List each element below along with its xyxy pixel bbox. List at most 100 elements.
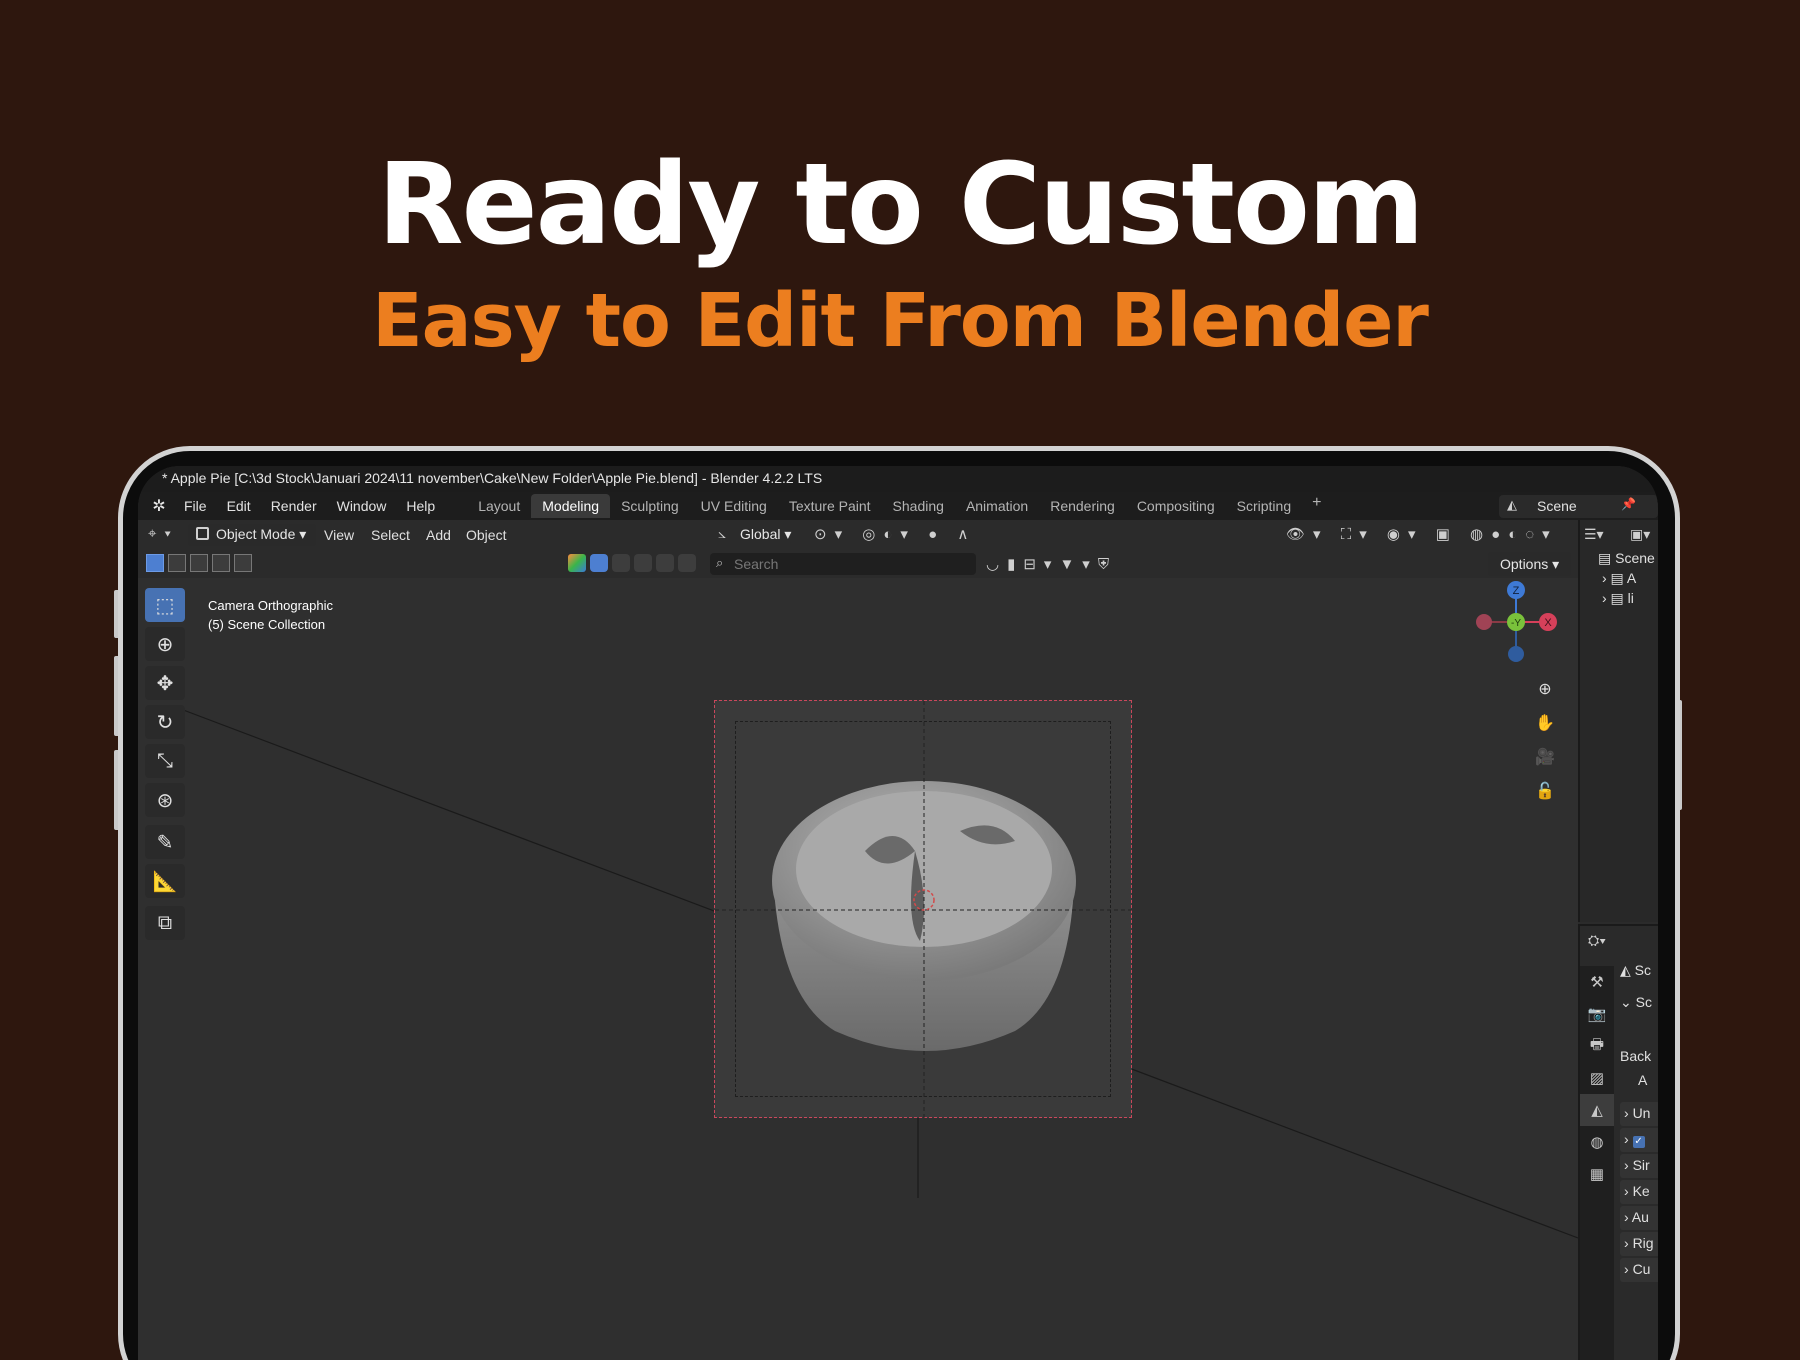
render-tab-icon[interactable]: 📷	[1580, 998, 1614, 1030]
filter-light-icon[interactable]	[634, 554, 652, 572]
gizmo-neg-z-axis[interactable]	[1508, 646, 1524, 662]
object-mode-label: Object Mode	[216, 526, 296, 542]
menu-help[interactable]: Help	[396, 498, 445, 514]
panel-simulation-label: Sir	[1632, 1157, 1650, 1173]
tab-rendering[interactable]: Rendering	[1039, 494, 1126, 518]
scene-selector[interactable]: ◭ Scene 📌	[1499, 495, 1658, 518]
select-invert-icon[interactable]	[212, 554, 230, 572]
measure-icon[interactable]: 📐	[145, 864, 185, 898]
editor-type-icon[interactable]: ⌖▾	[148, 525, 179, 542]
navigation-gizmo[interactable]: Z X -Y	[1466, 572, 1566, 672]
blender-logo-icon[interactable]: ✲	[144, 496, 174, 516]
filter-camera-icon[interactable]	[678, 554, 696, 572]
tool-tab-icon[interactable]: ⚒	[1580, 966, 1614, 998]
apple-pie-model[interactable]	[715, 701, 1133, 1119]
menu-view[interactable]: View	[324, 527, 354, 543]
tool-settings-bar: ⌕ Search ◡▮⊟▾▼▾⛨ Options ▾	[138, 550, 1578, 578]
menu-file[interactable]: File	[174, 498, 217, 514]
properties-panel: ⛭▾ ⚒ 📷 🖶 ▨ ◭ ◍ ▦ ◭ Sc ⌄ Sc Back A › Un ›…	[1578, 924, 1658, 1360]
panel-keying[interactable]: › Ke	[1620, 1180, 1658, 1204]
menu-object[interactable]: Object	[466, 527, 506, 543]
transform-orientation-dropdown[interactable]: ⦣ Global ▾	[714, 524, 801, 546]
tab-sculpting[interactable]: Sculpting	[610, 494, 690, 518]
tab-compositing[interactable]: Compositing	[1126, 494, 1226, 518]
zoom-icon[interactable]: ⊕	[1530, 674, 1560, 704]
filter-icons[interactable]: ◡▮⊟▾▼▾⛨	[986, 555, 1117, 573]
collection-name: (5) Scene Collection	[208, 617, 326, 632]
select-extend-icon[interactable]	[168, 554, 186, 572]
menu-render[interactable]: Render	[261, 498, 327, 514]
select-box-icon[interactable]: ⬚	[145, 588, 185, 622]
panel-rigid-body-label: Rig	[1632, 1235, 1654, 1251]
outliner-editor-icon[interactable]: ☰▾	[1584, 526, 1604, 543]
panel-simulation[interactable]: › Sir	[1620, 1154, 1658, 1178]
tab-scripting[interactable]: Scripting	[1226, 494, 1302, 518]
menu-window[interactable]: Window	[327, 498, 397, 514]
rotate-icon[interactable]: ↻	[145, 705, 185, 739]
hero-title: Ready to Custom	[377, 140, 1424, 270]
select-intersect-icon[interactable]	[234, 554, 252, 572]
filter-material-icon[interactable]	[612, 554, 630, 572]
object-mode-icon	[196, 527, 209, 540]
tab-shading[interactable]: Shading	[882, 494, 955, 518]
lock-icon[interactable]: 🔓	[1530, 776, 1560, 806]
overlay-icons[interactable]: 👁▾ ⛶▾ ◉▾ ▣ ◍●◐◌▾	[1286, 525, 1558, 543]
3d-viewport[interactable]: Camera Orthographic (5) Scene Collection…	[138, 578, 1578, 1360]
outliner-scene-row[interactable]: ▤ Scene	[1598, 550, 1655, 567]
output-tab-icon[interactable]: 🖶	[1580, 1030, 1614, 1062]
object-type-icon[interactable]	[568, 554, 586, 572]
scale-icon[interactable]: ⤡	[145, 744, 185, 778]
move-icon[interactable]: ✥	[145, 666, 185, 700]
checkbox-icon[interactable]: ✓	[1632, 1136, 1645, 1148]
menu-select[interactable]: Select	[371, 527, 410, 543]
tab-modeling[interactable]: Modeling	[531, 494, 611, 518]
view-layer-tab-icon[interactable]: ▨	[1580, 1062, 1614, 1094]
outliner-item-label: A	[1626, 570, 1637, 586]
camera-view-icon[interactable]: 🎥	[1530, 742, 1560, 772]
cursor-icon[interactable]: ⊕	[145, 627, 185, 661]
scene-icon: ◭	[1507, 497, 1517, 512]
panel-checkbox[interactable]: › ✓	[1620, 1128, 1658, 1152]
menu-add[interactable]: Add	[426, 527, 451, 543]
menu-edit[interactable]: Edit	[217, 498, 261, 514]
viewport-info: Camera Orthographic (5) Scene Collection	[208, 596, 333, 634]
select-subtract-icon[interactable]	[190, 554, 208, 572]
orientation-icon: ⦣	[718, 525, 727, 541]
properties-header-label: Sc	[1634, 962, 1651, 978]
gizmo-neg-x-axis[interactable]	[1476, 614, 1492, 630]
snapping-icons[interactable]: ⊙▾ ◎◐▾ ● ∧	[814, 525, 976, 543]
panel-custom-label: Cu	[1632, 1261, 1651, 1277]
outliner-item[interactable]: › ▤ li	[1602, 590, 1634, 607]
panel-audio[interactable]: › Au	[1620, 1206, 1658, 1230]
scene-tab-icon[interactable]: ◭	[1580, 1094, 1614, 1126]
outliner-item[interactable]: › ▤ A	[1602, 570, 1636, 587]
hero-subtitle: Easy to Edit From Blender	[372, 278, 1429, 364]
world-tab-icon[interactable]: ◍	[1580, 1126, 1614, 1158]
search-input[interactable]: ⌕ Search	[710, 553, 976, 575]
panel-units-label: Un	[1632, 1105, 1651, 1121]
tab-uv-editing[interactable]: UV Editing	[690, 494, 778, 518]
panel-custom[interactable]: › Cu	[1620, 1258, 1658, 1282]
tab-texture-paint[interactable]: Texture Paint	[778, 494, 882, 518]
panel-rigid-body[interactable]: › Rig	[1620, 1232, 1658, 1256]
tab-animation[interactable]: Animation	[955, 494, 1039, 518]
display-mode-icon[interactable]: ▣▾	[1630, 526, 1650, 543]
filter-mesh-icon[interactable]	[590, 554, 608, 572]
add-cube-icon[interactable]: ⧉	[145, 906, 185, 940]
object-mode-dropdown[interactable]: Object Mode ▾	[188, 524, 317, 546]
texture-tab-icon[interactable]: ▦	[1580, 1158, 1614, 1190]
select-new-icon[interactable]	[146, 554, 164, 572]
panel-units[interactable]: › Un	[1620, 1102, 1658, 1126]
filter-world-icon[interactable]	[656, 554, 674, 572]
pan-hand-icon[interactable]: ✋	[1530, 708, 1560, 738]
pin-icon[interactable]: 📌	[1621, 497, 1636, 511]
properties-editor-icon[interactable]: ⛭▾	[1588, 932, 1606, 949]
annotate-icon[interactable]: ✎	[145, 825, 185, 859]
scene-section[interactable]: ⌄ Sc	[1620, 994, 1652, 1011]
tab-layout[interactable]: Layout	[467, 494, 531, 518]
gizmo-x-label: X	[1544, 617, 1552, 629]
workspace-tabs: Layout Modeling Sculpting UV Editing Tex…	[467, 494, 1331, 518]
transform-icon[interactable]: ⊛	[145, 783, 185, 817]
add-workspace-button[interactable]: +	[1302, 494, 1331, 518]
view-name: Camera Orthographic	[208, 598, 333, 613]
